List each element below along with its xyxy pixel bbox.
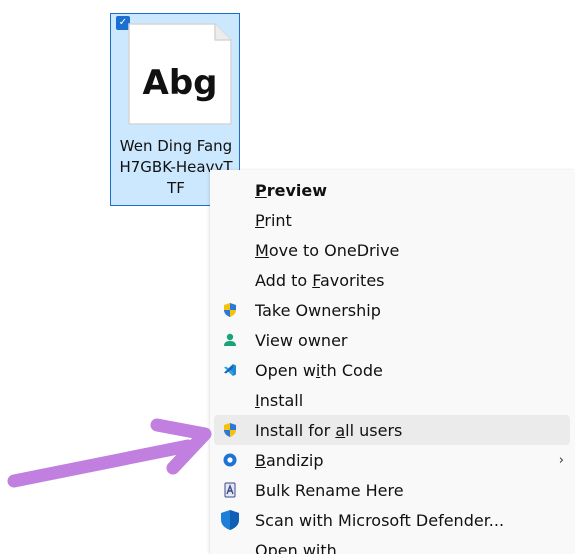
menu-item-view-owner[interactable]: View owner: [214, 325, 570, 355]
menu-item-label: Take Ownership: [255, 300, 381, 320]
menu-item-add-to-favorites[interactable]: Add to Favorites: [214, 265, 570, 295]
file-name-line: Wen Ding Fang: [119, 137, 233, 155]
context-menu: Preview Print Move to OneDrive Add to Fa…: [210, 170, 575, 554]
menu-item-preview[interactable]: Preview: [214, 175, 570, 205]
menu-item-label: Install: [255, 390, 304, 410]
menu-item-take-ownership[interactable]: Take Ownership: [214, 295, 570, 325]
shield-icon: [222, 302, 238, 318]
bulk-rename-icon: [222, 482, 238, 498]
bandizip-icon: [222, 452, 238, 468]
menu-item-install-for-all-users[interactable]: Install for all users: [214, 415, 570, 445]
menu-item-move-to-onedrive[interactable]: Move to OneDrive: [214, 235, 570, 265]
menu-item-label: Print: [255, 210, 292, 230]
font-file-icon: Abg: [128, 23, 232, 125]
menu-item-label: Move to OneDrive: [255, 240, 400, 260]
menu-item-label: Install for all users: [255, 420, 403, 440]
menu-item-open-with-code[interactable]: Open with Code: [214, 355, 570, 385]
menu-item-label: Add to Favorites: [255, 270, 385, 290]
vscode-icon: [222, 362, 238, 378]
menu-item-label: Scan with Microsoft Defender...: [255, 510, 505, 530]
menu-item-label: Open with...: [255, 540, 353, 554]
menu-item-bandizip[interactable]: Bandizip ›: [214, 445, 570, 475]
chevron-right-icon: ›: [558, 452, 564, 468]
menu-item-label: Open with Code: [255, 360, 383, 380]
menu-item-label: Bulk Rename Here: [255, 480, 404, 500]
menu-item-print[interactable]: Print: [214, 205, 570, 235]
menu-item-scan-with-defender[interactable]: Scan with Microsoft Defender...: [214, 505, 570, 535]
font-preview-text: Abg: [143, 63, 218, 103]
menu-item-label: Preview: [255, 180, 328, 200]
shield-icon: [222, 422, 238, 438]
menu-item-bulk-rename-here[interactable]: Bulk Rename Here: [214, 475, 570, 505]
defender-icon: [219, 509, 241, 531]
menu-item-install[interactable]: Install: [214, 385, 570, 415]
menu-item-label: Bandizip: [255, 450, 324, 470]
menu-item-open-with[interactable]: Open with...: [214, 535, 570, 554]
user-icon: [222, 332, 238, 348]
menu-item-label: View owner: [255, 330, 348, 350]
